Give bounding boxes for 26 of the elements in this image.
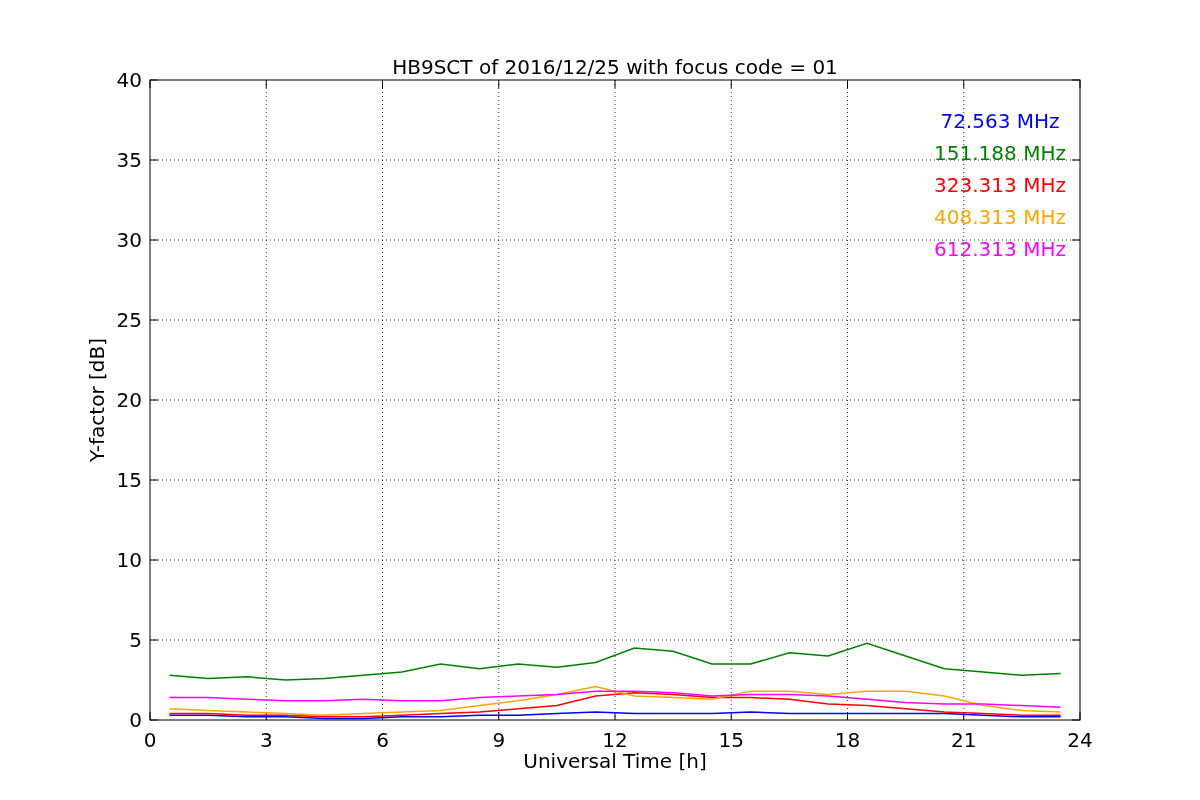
x-tick-label: 3 (259, 728, 273, 752)
chart-title: HB9SCT of 2016/12/25 with focus code = 01 (392, 55, 838, 79)
y-tick-label: 20 (116, 388, 142, 412)
y-tick-label: 0 (129, 708, 142, 732)
x-tick-label: 15 (718, 728, 744, 752)
x-tick-label: 6 (376, 728, 389, 752)
y-tick-label: 15 (116, 468, 142, 492)
y-axis-label: Y-factor [dB] (85, 338, 109, 462)
legend-label: 323.313 MHz (934, 173, 1066, 197)
x-tick-label: 12 (602, 728, 628, 752)
x-tick-label: 24 (1067, 728, 1093, 752)
x-tick-label: 18 (834, 728, 861, 752)
x-tick-label: 21 (951, 728, 977, 752)
y-tick-label: 10 (116, 548, 142, 572)
y-tick-label: 30 (116, 228, 142, 252)
x-tick-label: 9 (492, 728, 506, 752)
legend-label: 151.188 MHz (934, 141, 1066, 165)
x-axis-label: Universal Time [h] (523, 749, 707, 773)
legend-label: 612.313 MHz (934, 237, 1066, 261)
y-tick-label: 35 (116, 148, 142, 172)
x-tick-label: 0 (143, 728, 157, 752)
y-tick-label: 40 (116, 68, 142, 92)
legend-label: 72.563 MHz (940, 109, 1060, 133)
legend-label: 408.313 MHz (934, 205, 1066, 229)
y-tick-label: 25 (116, 308, 142, 332)
y-tick-label: 5 (129, 628, 142, 652)
